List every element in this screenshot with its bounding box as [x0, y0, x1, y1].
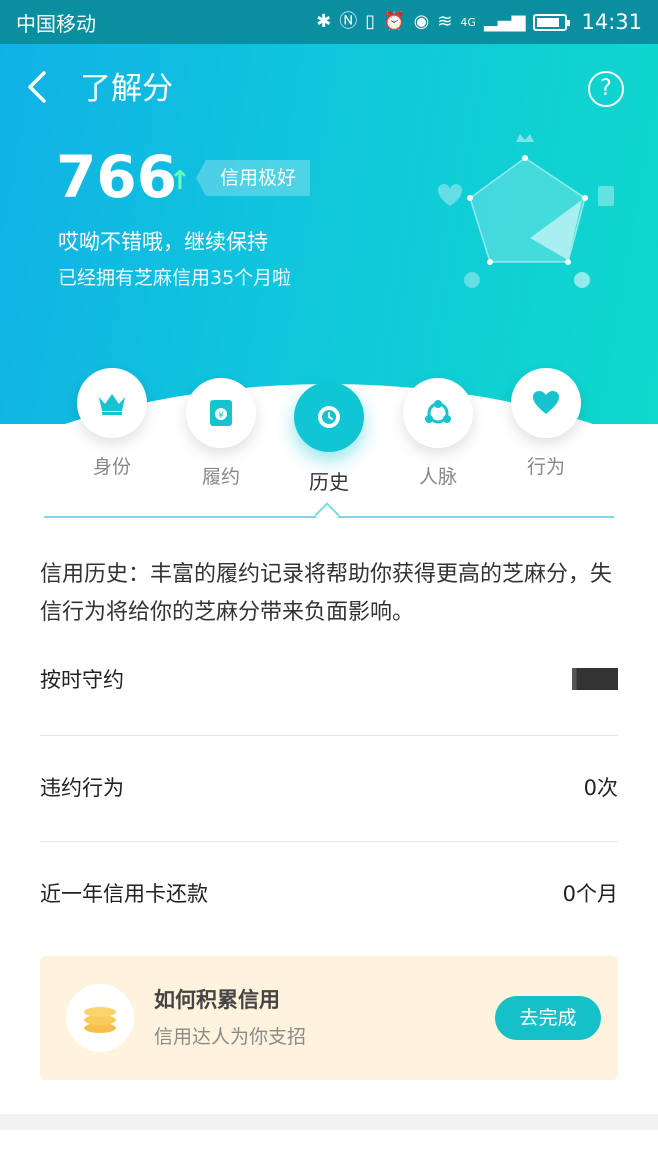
row-label: 近一年信用卡还款 [40, 882, 208, 906]
alarm-icon: ⏰ [383, 11, 406, 32]
crown-icon [99, 394, 125, 415]
page-title: 了解分 [80, 71, 173, 107]
tab-label-behavior: 行为 [526, 456, 565, 478]
card-title: 如何积累信用 [154, 988, 280, 1012]
bottom-band [0, 1114, 658, 1130]
battery-icon [533, 13, 571, 31]
tab-performance[interactable]: ¥ 履约 [186, 378, 256, 489]
complete-button[interactable]: 去完成 [495, 996, 601, 1040]
network-type-icon: 4G [460, 15, 476, 29]
coins-icon [84, 1007, 116, 1033]
tab-connections[interactable]: 人脉 [403, 378, 473, 489]
credit-level-badge: 信用极好 [196, 160, 311, 196]
score-up-icon: ↑ [169, 166, 191, 196]
tab-icon-wrap [511, 368, 581, 438]
row-label: 按时守约 [40, 668, 124, 692]
bluetooth-icon: ✱ [316, 11, 332, 32]
row-value: 0个月 [562, 882, 618, 906]
tab-behavior[interactable]: 行为 [511, 368, 581, 479]
row-value-masked [572, 668, 618, 690]
credit-score: 766 [56, 143, 178, 211]
history-description: 信用历史：丰富的履约记录将帮助你获得更高的芝麻分，失信行为将给你的芝麻分带来负面… [40, 562, 613, 625]
tab-label-performance: 履约 [201, 466, 240, 488]
status-bar: 中国移动 ✱ Ⓝ ▯ ⏰ ◉ ≋ 4G ▂▄▆ 14:31 [0, 0, 658, 44]
tips-card[interactable]: 如何积累信用 信用达人为你支招 去完成 [40, 956, 618, 1080]
wifi-icon: ≋ [437, 11, 453, 32]
row-value: 0次 [583, 776, 618, 800]
clock-icon [318, 406, 340, 428]
signal-icon: ▂▄▆ [483, 11, 526, 32]
back-button[interactable] [26, 70, 56, 108]
score-slogan: 哎呦不错哦，继续保持 [58, 230, 268, 254]
membership-duration: 已经拥有芝麻信用35个月啦 [58, 267, 292, 289]
radar-chart-icon [438, 134, 614, 288]
tab-icon-wrap: ¥ [186, 378, 256, 448]
tab-identity[interactable]: 身份 [77, 368, 147, 479]
tab-label-identity: 身份 [92, 456, 131, 478]
nfc-icon: Ⓝ [339, 11, 358, 32]
status-icons: ✱ Ⓝ ▯ ⏰ ◉ ≋ 4G ▂▄▆ 14:31 [316, 10, 642, 34]
network-icon [425, 400, 451, 424]
tab-icon-wrap [403, 378, 473, 448]
list-item: 近一年信用卡还款 0个月 [40, 840, 618, 946]
bill-icon: ¥ [210, 400, 232, 426]
coin-icon-wrap [66, 984, 134, 1052]
list-item: 违约行为 0次 [40, 734, 618, 840]
heart-icon [533, 391, 559, 414]
row-label: 违约行为 [40, 776, 124, 800]
tab-label-history: 历史 [309, 470, 349, 494]
help-button[interactable]: ? [588, 71, 624, 107]
clock-time: 14:31 [581, 10, 642, 34]
tab-icon-wrap [294, 382, 364, 452]
svg-text:¥: ¥ [218, 411, 224, 421]
carrier-label: 中国移动 [16, 11, 96, 36]
eye-icon: ◉ [413, 11, 430, 32]
tab-label-connections: 人脉 [418, 466, 457, 488]
chevron-left-icon [28, 71, 46, 103]
list-item: 按时守约 [40, 626, 618, 732]
tab-icon-wrap [77, 368, 147, 438]
tab-history[interactable]: 历史 [294, 382, 364, 495]
vibrate-icon: ▯ [365, 11, 376, 32]
card-subtitle: 信用达人为你支招 [154, 1026, 307, 1048]
dimension-tabs: 身份 ¥ 履约 历史 人脉 行为 [0, 360, 658, 520]
